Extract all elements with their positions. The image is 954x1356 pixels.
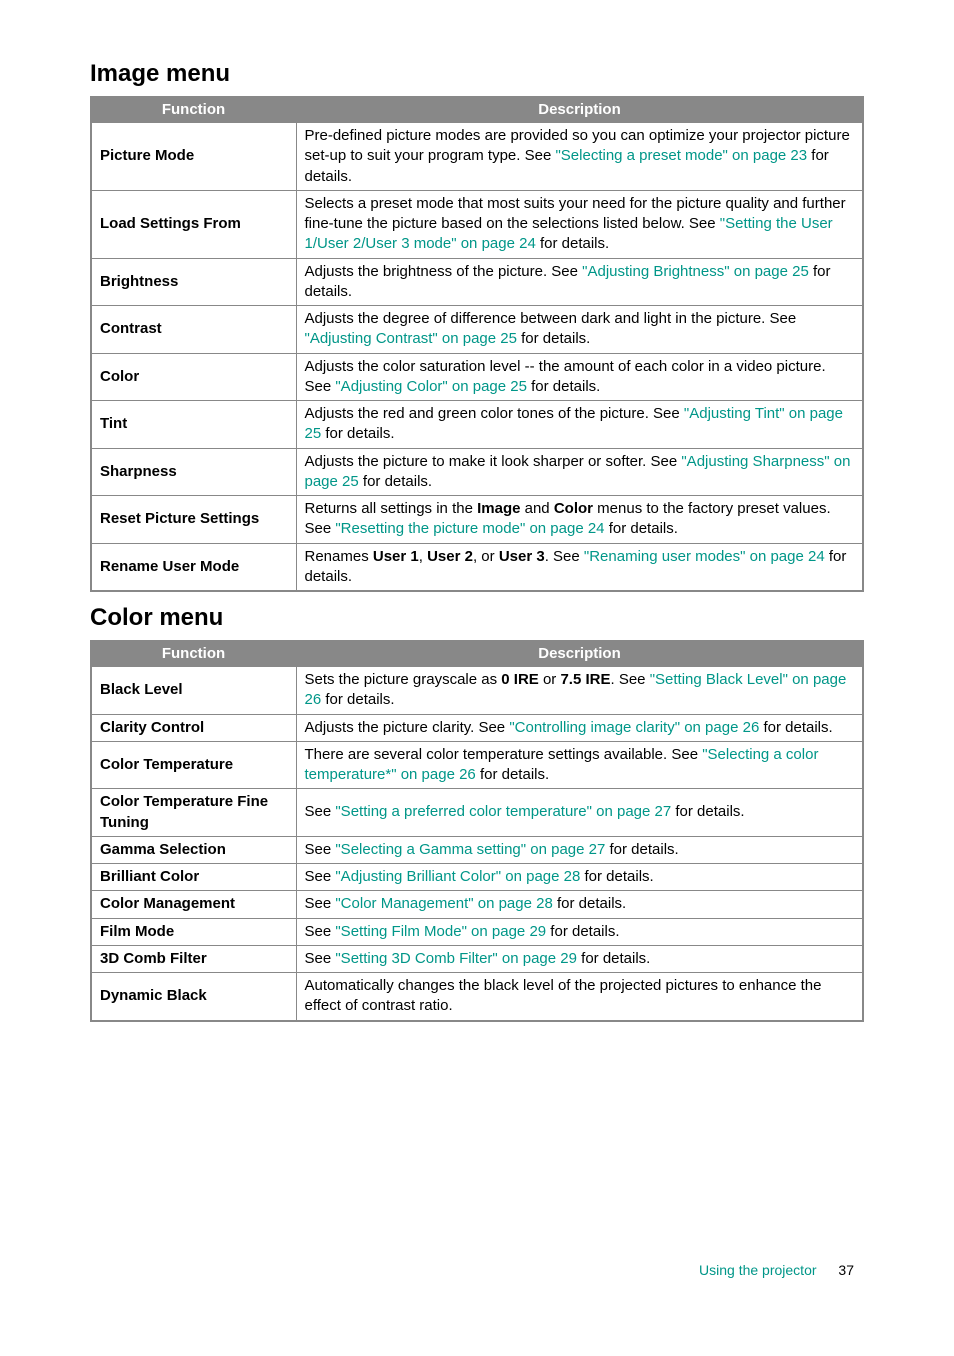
func-cell: Brilliant Color — [91, 864, 296, 891]
col-description: Description — [296, 97, 863, 122]
func-cell: Dynamic Black — [91, 973, 296, 1021]
func-cell: Brightness — [91, 258, 296, 306]
desc-cell: Adjusts the degree of difference between… — [296, 306, 863, 354]
link[interactable]: "Adjusting Color" on page 25 — [335, 378, 527, 395]
desc-cell: See "Adjusting Brilliant Color" on page … — [296, 864, 863, 891]
table-row: Reset Picture Settings Returns all setti… — [91, 496, 863, 544]
link[interactable]: "Adjusting Brilliant Color" on page 28 — [335, 868, 580, 885]
link[interactable]: "Selecting a Gamma setting" on page 27 — [335, 841, 605, 858]
desc-cell: Adjusts the color saturation level -- th… — [296, 353, 863, 401]
func-cell: Tint — [91, 401, 296, 449]
desc-cell: See "Color Management" on page 28 for de… — [296, 891, 863, 918]
func-cell: Picture Mode — [91, 122, 296, 190]
table-row: Picture Mode Pre-defined picture modes a… — [91, 122, 863, 190]
table-row: Color Adjusts the color saturation level… — [91, 353, 863, 401]
table-row: Gamma Selection See "Selecting a Gamma s… — [91, 836, 863, 863]
table-row: Sharpness Adjusts the picture to make it… — [91, 448, 863, 496]
desc-cell: See "Setting a preferred color temperatu… — [296, 789, 863, 837]
page-number: 37 — [838, 1262, 854, 1278]
color-menu-table: Function Description Black Level Sets th… — [90, 640, 864, 1022]
desc-cell: There are several color temperature sett… — [296, 741, 863, 789]
table-row: Color Temperature There are several colo… — [91, 741, 863, 789]
desc-cell: Adjusts the brightness of the picture. S… — [296, 258, 863, 306]
desc-cell: Selects a preset mode that most suits yo… — [296, 190, 863, 258]
link[interactable]: "Color Management" on page 28 — [335, 895, 552, 912]
table-row: Contrast Adjusts the degree of differenc… — [91, 306, 863, 354]
page-footer: Using the projector 37 — [90, 1262, 864, 1278]
col-description: Description — [296, 641, 863, 666]
heading-color-menu: Color menu — [90, 604, 864, 632]
link[interactable]: "Selecting a preset mode" on page 23 — [555, 147, 807, 164]
table-row: Color Management See "Color Management" … — [91, 891, 863, 918]
func-cell: Sharpness — [91, 448, 296, 496]
func-cell: Color — [91, 353, 296, 401]
link[interactable]: "Setting Film Mode" on page 29 — [335, 923, 546, 940]
desc-cell: See "Selecting a Gamma setting" on page … — [296, 836, 863, 863]
footer-section: Using the projector — [699, 1262, 817, 1278]
func-cell: Color Temperature Fine Tuning — [91, 789, 296, 837]
func-cell: Gamma Selection — [91, 836, 296, 863]
desc-cell: See "Setting 3D Comb Filter" on page 29 … — [296, 945, 863, 972]
table-row: Brightness Adjusts the brightness of the… — [91, 258, 863, 306]
table-row: Brilliant Color See "Adjusting Brilliant… — [91, 864, 863, 891]
table-row: Rename User Mode Renames User 1, User 2,… — [91, 543, 863, 591]
desc-cell: Adjusts the picture to make it look shar… — [296, 448, 863, 496]
table-row: 3D Comb Filter See "Setting 3D Comb Filt… — [91, 945, 863, 972]
link[interactable]: "Setting 3D Comb Filter" on page 29 — [335, 950, 577, 967]
col-function: Function — [91, 641, 296, 666]
table-row: Load Settings From Selects a preset mode… — [91, 190, 863, 258]
func-cell: Color Temperature — [91, 741, 296, 789]
func-cell: Black Level — [91, 666, 296, 714]
link[interactable]: "Controlling image clarity" on page 26 — [509, 719, 759, 736]
func-cell: Rename User Mode — [91, 543, 296, 591]
func-cell: Load Settings From — [91, 190, 296, 258]
table-row: Black Level Sets the picture grayscale a… — [91, 666, 863, 714]
table-row: Color Temperature Fine Tuning See "Setti… — [91, 789, 863, 837]
desc-cell: Renames User 1, User 2, or User 3. See "… — [296, 543, 863, 591]
func-cell: Film Mode — [91, 918, 296, 945]
table-row: Clarity Control Adjusts the picture clar… — [91, 714, 863, 741]
desc-cell: See "Setting Film Mode" on page 29 for d… — [296, 918, 863, 945]
link[interactable]: "Renaming user modes" on page 24 — [584, 548, 825, 565]
link[interactable]: "Adjusting Contrast" on page 25 — [305, 330, 517, 347]
link[interactable]: "Adjusting Brightness" on page 25 — [582, 263, 809, 280]
desc-cell: Sets the picture grayscale as 0 IRE or 7… — [296, 666, 863, 714]
desc-cell: Returns all settings in the Image and Co… — [296, 496, 863, 544]
col-function: Function — [91, 97, 296, 122]
image-menu-table: Function Description Picture Mode Pre-de… — [90, 96, 864, 592]
func-cell: Contrast — [91, 306, 296, 354]
func-cell: Clarity Control — [91, 714, 296, 741]
func-cell: 3D Comb Filter — [91, 945, 296, 972]
table-row: Tint Adjusts the red and green color ton… — [91, 401, 863, 449]
link[interactable]: "Setting a preferred color temperature" … — [335, 803, 671, 820]
link[interactable]: "Resetting the picture mode" on page 24 — [335, 520, 604, 537]
heading-image-menu: Image menu — [90, 60, 864, 88]
desc-cell: Adjusts the picture clarity. See "Contro… — [296, 714, 863, 741]
func-cell: Color Management — [91, 891, 296, 918]
table-row: Dynamic Black Automatically changes the … — [91, 973, 863, 1021]
desc-cell: Adjusts the red and green color tones of… — [296, 401, 863, 449]
table-row: Film Mode See "Setting Film Mode" on pag… — [91, 918, 863, 945]
desc-cell: Pre-defined picture modes are provided s… — [296, 122, 863, 190]
func-cell: Reset Picture Settings — [91, 496, 296, 544]
desc-cell: Automatically changes the black level of… — [296, 973, 863, 1021]
